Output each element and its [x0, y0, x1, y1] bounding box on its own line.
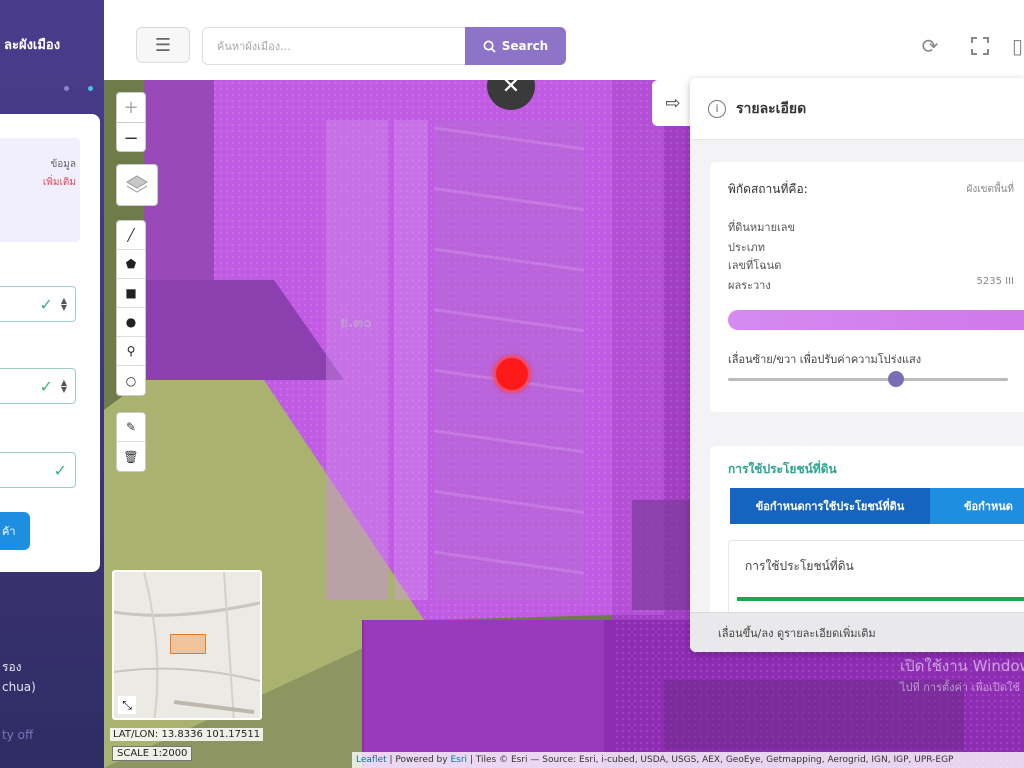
search-icon	[483, 40, 496, 53]
zone-color-bar	[728, 310, 1024, 330]
sidebar-note-line1: ข้อมูล	[50, 159, 76, 170]
opacity-label: เลื่อนซ้าย/ขวา เพื่อปรับค่าความโปร่งแสง	[728, 353, 922, 366]
parcel-info-card: พิกัดสถานที่คือ: ผังเขตพื้นที่ ที่ดินหมา…	[710, 162, 1024, 412]
province-select[interactable]: ✓ ▲ ▼	[0, 286, 76, 322]
tab-landuse-rules[interactable]: ข้อกำหนดการใช้ประโยชน์ที่ดิน	[730, 488, 930, 524]
sidebar-filter-card: ข้อมูล เพิ่มเติม ✓ ▲ ▼ ✓ ▲ ▼ ✓ ค้า	[0, 114, 100, 572]
draw-rectangle-icon[interactable]: ■	[117, 279, 145, 308]
coord-label: พิกัดสถานที่คือ:	[728, 182, 808, 196]
zone-code-label: ย.๓๐	[340, 315, 372, 331]
attribution-text: | Powered by	[386, 755, 451, 765]
edit-toolbar: ✎ 🗑	[116, 412, 146, 472]
panel-collapse-button[interactable]: ⇨	[652, 80, 694, 126]
edit-layers-icon[interactable]: ✎	[117, 413, 145, 442]
district-select[interactable]: ✓ ▲ ▼	[0, 368, 76, 404]
fullscreen-icon[interactable]	[966, 32, 994, 60]
sidebar-footer-line2: chua)	[2, 680, 36, 694]
menu-icon: ☰	[154, 34, 172, 56]
row-value: 5235 III	[976, 276, 1014, 287]
top-bar: ☰ Search ⟳ ▯	[104, 0, 1024, 80]
layers-button[interactable]	[116, 164, 158, 206]
zoom-out-button[interactable]: −	[117, 123, 145, 153]
landuse-subcard-title: การใช้ประโยชน์ที่ดิน	[745, 559, 854, 573]
check-icon: ✓	[53, 460, 67, 480]
coordinates-readout: LAT/LON: 13.8336 101.17511	[110, 728, 264, 741]
coord-value: ผังเขตพื้นที่	[966, 184, 1014, 195]
tab-other-rules[interactable]: ข้อกำหนด	[930, 488, 1024, 524]
map-attribution: Leaflet | Powered by Esri | Tiles © Esri…	[352, 752, 1024, 768]
opacity-slider-knob[interactable]	[888, 371, 904, 387]
panel-footer: เลื่อนขึ้น/ลง ดูรายละเอียดเพิ่มเติม	[690, 612, 1024, 652]
zoom-in-button[interactable]: +	[117, 93, 145, 123]
sidebar-title: ละผังเมือง	[4, 38, 61, 53]
sidebar-dot-2	[88, 86, 93, 91]
check-icon: ✓	[39, 376, 53, 396]
check-icon: ✓	[39, 294, 53, 314]
sidebar-footer-line3[interactable]: ty off	[2, 728, 33, 742]
panel-header: i รายละเอียด	[690, 78, 1024, 140]
esri-link[interactable]: Esri	[450, 755, 467, 765]
menu-button[interactable]: ☰	[136, 27, 190, 63]
sidebar-note-line2: เพิ่มเติม	[42, 177, 76, 188]
scale-readout: SCALE 1:2000	[112, 746, 193, 761]
search-parcel-button[interactable]: ค้า	[0, 512, 30, 550]
row-label: ผลระวาง	[728, 279, 771, 292]
leaflet-link[interactable]: Leaflet	[356, 755, 387, 765]
minimap-toggle-icon[interactable]: ⤡	[118, 696, 136, 714]
parcel-input[interactable]: ✓	[0, 452, 76, 488]
layers-icon	[126, 175, 148, 193]
draw-polygon-icon[interactable]: ⬟	[117, 250, 145, 279]
print-icon[interactable]: ▯	[1012, 32, 1024, 60]
select-arrows-icon: ▲ ▼	[60, 378, 67, 394]
row-label: ที่ดินหมายเลข	[728, 221, 796, 234]
draw-line-icon[interactable]: ╱	[117, 221, 145, 250]
refresh-icon[interactable]: ⟳	[916, 32, 944, 60]
arrow-right-icon: ⇨	[665, 92, 681, 114]
draw-toolbar: ╱ ⬟ ■ ● ⚲ ○	[116, 220, 146, 396]
sidebar: ละผังเมือง ข้อมูล เพิ่มเติม ✓ ▲ ▼ ✓ ▲ ▼ ✓ …	[0, 0, 104, 768]
minimap[interactable]: ⤡	[112, 570, 262, 720]
detail-panel: i รายละเอียด พิกัดสถานที่คือ: ผังเขตพื้น…	[690, 78, 1024, 652]
search-button[interactable]: Search	[465, 27, 566, 65]
draw-marker-icon[interactable]: ⚲	[117, 337, 145, 366]
opacity-slider-track[interactable]	[728, 378, 1008, 381]
select-arrows-icon: ▲ ▼	[60, 296, 67, 312]
row-label: เลขที่โฉนด	[728, 259, 782, 272]
info-icon: i	[708, 99, 726, 118]
draw-circle-icon[interactable]: ●	[117, 308, 145, 337]
draw-circlemarker-icon[interactable]: ○	[117, 366, 145, 395]
attribution-rest: | Tiles © Esri — Source: Esri, i-cubed, …	[467, 755, 954, 765]
search-button-label: Search	[501, 39, 549, 53]
location-marker[interactable]	[496, 358, 528, 390]
zoom-control: + −	[116, 92, 146, 152]
sidebar-note: ข้อมูล เพิ่มเติม	[0, 138, 80, 242]
sidebar-footer-line1: รอง	[2, 660, 22, 674]
landuse-heading: การใช้ประโยชน์ที่ดิน	[728, 462, 837, 476]
panel-title: รายละเอียด	[736, 100, 807, 117]
landuse-subcard-bar	[737, 597, 1024, 601]
delete-layers-icon[interactable]: 🗑	[117, 442, 145, 471]
activation-watermark-sub: ไปที่ การตั้งค่า เพื่อเปิดใช้	[900, 681, 1020, 694]
row-label: ประเภท	[728, 241, 766, 254]
activation-watermark-title: เปิดใช้งาน Windows	[900, 657, 1024, 675]
sidebar-dot-1	[64, 86, 69, 91]
minimap-viewport	[170, 634, 206, 654]
search-input[interactable]	[202, 27, 466, 65]
